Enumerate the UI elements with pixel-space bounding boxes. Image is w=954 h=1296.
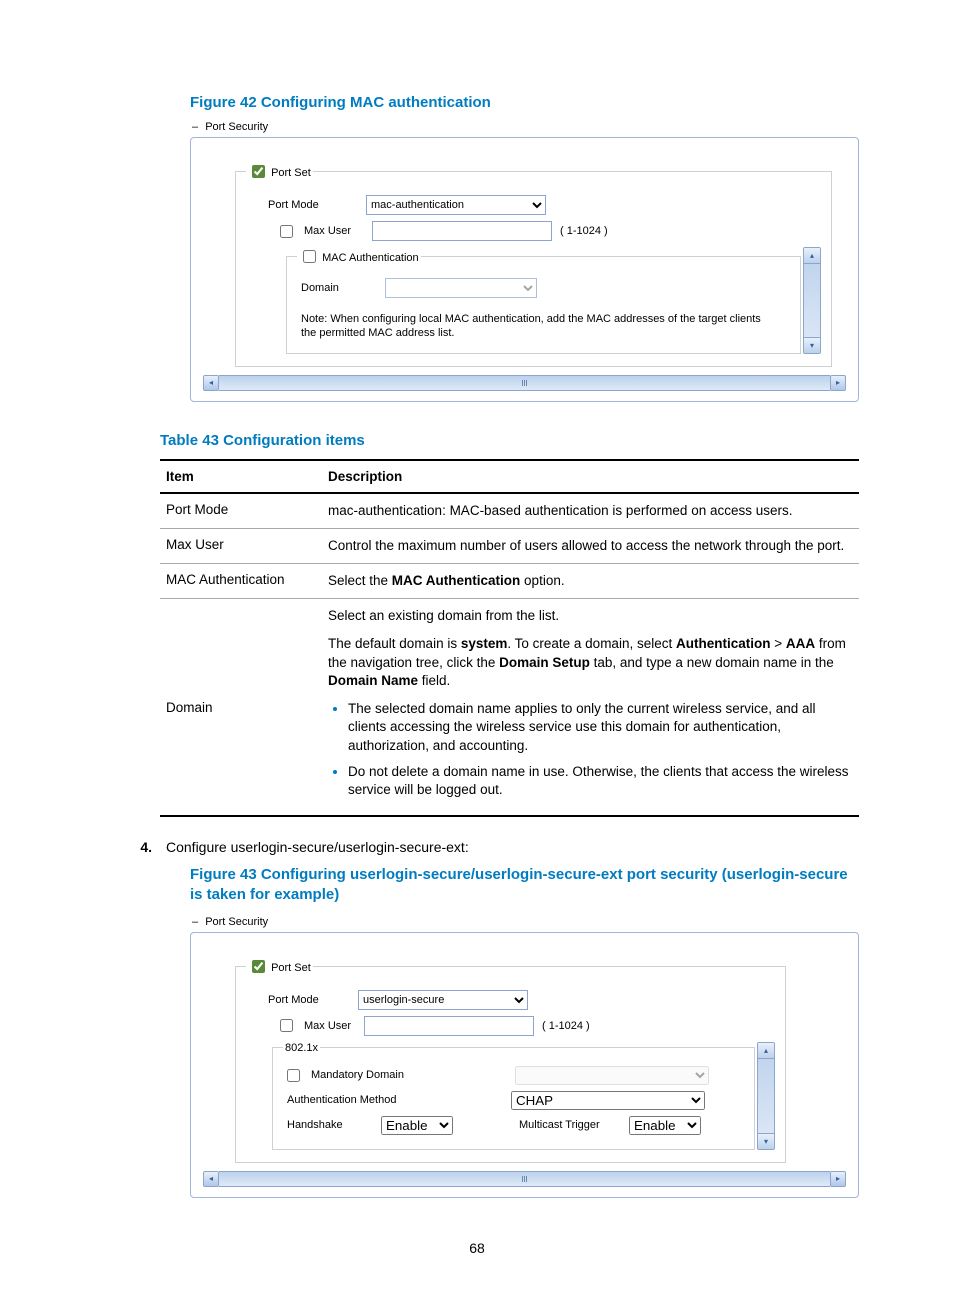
scroll-right-icon[interactable]: ▸ xyxy=(830,375,846,391)
tree-node-port-security: Port Security xyxy=(192,121,859,133)
port-set-legend-2: Port Set xyxy=(271,962,311,974)
max-user-checkbox[interactable] xyxy=(280,225,293,238)
multicast-trigger-select[interactable]: Enable xyxy=(629,1116,701,1135)
domain-select[interactable] xyxy=(385,278,537,298)
figure-42-screenshot: Port Security Port Set Port Mode mac-aut… xyxy=(160,121,859,402)
mac-auth-checkbox[interactable] xyxy=(303,250,316,263)
scroll-down-icon-2[interactable]: ▾ xyxy=(758,1133,774,1149)
port-mode-select-2[interactable]: userlogin-secure xyxy=(358,990,528,1010)
max-user-input[interactable] xyxy=(372,221,552,241)
scroll-up-icon[interactable]: ▴ xyxy=(804,248,820,264)
port-set-checkbox-2[interactable] xyxy=(252,960,265,973)
horizontal-scrollbar[interactable]: ◂ ▸ xyxy=(203,375,846,391)
max-user-label-2: Max User xyxy=(304,1020,356,1032)
table-row: MAC Authentication Select the MAC Authen… xyxy=(160,564,859,599)
max-user-label: Max User xyxy=(304,225,364,237)
mandatory-domain-select[interactable] xyxy=(515,1066,709,1085)
fieldset-port-set: Port Set Port Mode mac-authentication Ma… xyxy=(235,162,832,367)
scroll-up-icon-2[interactable]: ▴ xyxy=(758,1043,774,1059)
figure-43-caption: Figure 43 Configuring userlogin-secure/u… xyxy=(190,865,859,906)
col-description: Description xyxy=(322,460,859,493)
vertical-scrollbar-2[interactable]: ▴ ▾ xyxy=(757,1042,775,1150)
auth-method-select[interactable]: CHAP xyxy=(511,1091,705,1110)
scroll-left-icon-2[interactable]: ◂ xyxy=(203,1171,219,1187)
scroll-left-icon[interactable]: ◂ xyxy=(203,375,219,391)
tree-node-port-security-2: Port Security xyxy=(192,916,859,928)
handshake-label: Handshake xyxy=(283,1119,373,1131)
horizontal-scrollbar-2[interactable]: ◂ ▸ xyxy=(203,1171,846,1187)
step-4: 4. Configure userlogin-secure/userlogin-… xyxy=(130,839,859,855)
auth-method-label: Authentication Method xyxy=(283,1094,503,1106)
col-item: Item xyxy=(160,460,322,493)
port-mode-label: Port Mode xyxy=(246,199,358,211)
port-mode-label-2: Port Mode xyxy=(246,994,350,1006)
handshake-select[interactable]: Enable xyxy=(381,1116,453,1135)
vertical-scrollbar[interactable]: ▴ ▾ xyxy=(803,247,821,354)
table-row: Domain Select an existing domain from th… xyxy=(160,599,859,816)
max-user-input-2[interactable] xyxy=(364,1016,534,1036)
scroll-right-icon-2[interactable]: ▸ xyxy=(830,1171,846,1187)
fieldset-mac-authentication: MAC Authentication Domain Note: When con… xyxy=(286,247,801,354)
table-row: Max User Control the maximum number of u… xyxy=(160,528,859,563)
figure-43-screenshot: Port Security Port Set Port Mode userlog… xyxy=(160,916,859,1198)
page-number: 68 xyxy=(0,1240,954,1256)
mandatory-domain-label: Mandatory Domain xyxy=(311,1069,507,1081)
mac-auth-legend: MAC Authentication xyxy=(322,252,419,264)
8021x-legend: 802.1x xyxy=(285,1042,318,1054)
table-43: Item Description Port Mode mac-authentic… xyxy=(160,459,859,818)
mandatory-domain-checkbox[interactable] xyxy=(287,1069,300,1082)
fieldset-8021x: 802.1x Mandatory Domain Authentication M… xyxy=(272,1042,755,1150)
figure-42-caption: Figure 42 Configuring MAC authentication xyxy=(190,94,859,111)
fieldset-port-set-2: Port Set Port Mode userlogin-secure Max … xyxy=(235,957,786,1163)
table-row: Port Mode mac-authentication: MAC-based … xyxy=(160,493,859,529)
scroll-down-icon[interactable]: ▾ xyxy=(804,337,820,353)
max-user-hint-2: ( 1-1024 ) xyxy=(542,1020,590,1032)
max-user-hint: ( 1-1024 ) xyxy=(560,225,608,237)
port-set-checkbox[interactable] xyxy=(252,165,265,178)
mac-auth-note: Note: When configuring local MAC authent… xyxy=(297,304,790,345)
table-43-caption: Table 43 Configuration items xyxy=(160,432,859,449)
port-set-legend: Port Set xyxy=(271,167,311,179)
domain-label: Domain xyxy=(297,282,377,294)
multicast-trigger-label: Multicast Trigger xyxy=(519,1119,621,1131)
port-mode-select[interactable]: mac-authentication xyxy=(366,195,546,215)
max-user-checkbox-2[interactable] xyxy=(280,1019,293,1032)
